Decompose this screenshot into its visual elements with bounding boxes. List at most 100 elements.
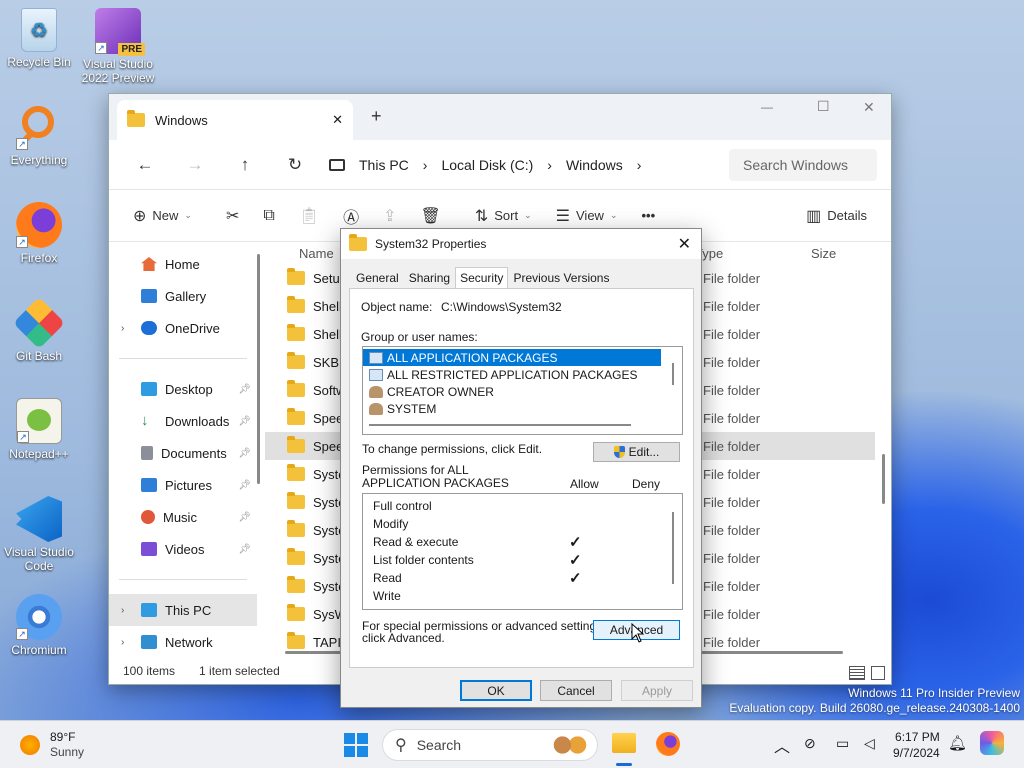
start-button[interactable] [344,733,368,757]
file-list-scrollbar[interactable] [882,454,885,504]
group-names-list[interactable]: ALL APPLICATION PACKAGES ALL RESTRICTED … [362,346,683,435]
list-item-creator-owner[interactable]: CREATOR OWNER [363,383,682,400]
pin-icon[interactable]: 📌︎ [238,480,251,491]
minimize-button[interactable]: — [761,100,773,114]
bell-icon[interactable]: 🔔︎ [948,734,967,752]
permissions-scrollbar[interactable] [672,512,674,584]
pin-icon[interactable]: 📌︎ [238,448,251,459]
tab-sharing[interactable]: Sharing [404,267,455,290]
desktop-icon-label: Git Bash [15,349,63,363]
sidebar-item-network[interactable]: › Network [109,626,257,658]
sidebar-item-videos[interactable]: Videos 📌︎ [109,533,257,565]
tab-previous-versions[interactable]: Previous Versions [508,267,614,290]
permission-row: Read ✓ [363,569,682,587]
details-label: Details [827,208,867,223]
sidebar-item-this-pc[interactable]: › This PC [109,594,257,626]
tab-security[interactable]: Security [455,267,509,290]
sidebar-scrollbar[interactable] [257,254,260,484]
desktop-icon-notepadpp[interactable]: ↗ Notepad++ [1,398,77,461]
new-tab-button[interactable]: + [371,106,382,127]
cancel-button[interactable]: Cancel [540,680,612,701]
firefox-taskbar-icon[interactable] [656,732,680,756]
back-button[interactable]: ← [123,149,167,181]
deny-header: Deny [632,477,661,491]
sidebar-item-documents[interactable]: Documents 📌︎ [109,437,257,469]
file-name-cell: TAPI [287,632,341,650]
cut-button[interactable]: ✂ [216,200,249,232]
volume-icon[interactable]: ◁ [864,735,875,752]
pin-icon[interactable]: 📌︎ [238,384,251,395]
details-button[interactable]: ▥ Details [796,200,877,232]
sidebar-item-onedrive[interactable]: › OneDrive [109,312,257,344]
sidebar-item-pictures[interactable]: Pictures 📌︎ [109,469,257,501]
edit-button[interactable]: Edit... [593,442,680,462]
close-window-button[interactable]: ✕ [863,99,875,116]
details-view-icon[interactable] [849,666,865,680]
taskbar-search[interactable]: ⚲ Search [382,729,598,761]
rename-icon: Ⓐ [343,209,360,227]
pin-icon[interactable]: 📌︎ [238,512,251,523]
forward-button[interactable]: → [173,149,217,181]
tab-general[interactable]: General [351,267,404,290]
breadcrumb-local-disk[interactable]: Local Disk (C:) [441,157,533,173]
chevron-right-icon[interactable]: › [121,323,124,334]
group-list-hscrollbar[interactable] [369,424,631,426]
view-button[interactable]: ☰ View ⌄ [546,200,628,232]
sidebar-item-downloads[interactable]: ↓ Downloads 📌︎ [109,405,257,437]
chevron-right-icon[interactable]: › [121,605,124,616]
chevron-right-icon[interactable]: › [121,637,124,648]
desktop-icon-git-bash[interactable]: Git Bash [1,296,77,363]
up-button[interactable]: ↑ [223,149,267,181]
sidebar-item-gallery[interactable]: Gallery [109,280,257,312]
close-dialog-button[interactable]: ✕ [678,234,691,254]
display-icon[interactable]: ▭ [836,735,849,752]
breadcrumb-windows[interactable]: Windows [566,157,623,173]
clock[interactable]: 6:17 PM 9/7/2024 [893,729,940,761]
list-item-all-restricted-packages[interactable]: ALL RESTRICTED APPLICATION PACKAGES [363,366,682,383]
file-explorer-taskbar-icon[interactable] [612,733,636,753]
file-type: File folder [703,550,761,566]
checkmark-icon: ✓ [569,570,582,587]
weather-widget[interactable]: 89°F Sunny [20,730,84,760]
chevron-up-icon[interactable]: ︿ [774,733,790,757]
permissions-list[interactable]: Full control Modify Read & execute ✓ List… [362,493,683,610]
desktop-icon-firefox[interactable]: ↗ Firefox [1,202,77,265]
search-input[interactable]: Search Windows [729,148,877,181]
chevron-right-icon: › [636,156,642,173]
pin-icon[interactable]: 📌︎ [238,544,251,555]
group-list-vscrollbar[interactable] [672,363,674,385]
close-tab-icon[interactable]: ✕ [332,112,343,128]
copilot-icon[interactable] [980,731,1004,755]
new-button[interactable]: ⊕ New ⌄ [123,200,202,232]
sidebar-item-desktop[interactable]: Desktop 📌︎ [109,373,257,405]
apply-button[interactable]: Apply [621,680,693,701]
paste-button[interactable]: 📋︎ [289,200,329,232]
more-options-button[interactable]: ••• [632,200,666,232]
breadcrumb-this-pc[interactable]: This PC [359,157,409,173]
share-button[interactable]: ⇪ [373,200,406,232]
column-name[interactable]: Name [299,246,334,261]
network-status-icon[interactable]: ⊘ [804,735,816,752]
copy-button[interactable]: ⧉ [253,200,284,232]
desktop-icon-recycle-bin[interactable]: ♻ Recycle Bin [1,8,77,69]
rename-button[interactable]: Ⓐ [333,200,369,232]
sort-button[interactable]: ⇅ Sort ⌄ [465,200,542,232]
refresh-button[interactable]: ↻ [273,149,317,181]
sidebar-item-music[interactable]: Music 📌︎ [109,501,257,533]
breadcrumb[interactable]: This PC › Local Disk (C:) › Windows › [323,149,723,181]
ok-button[interactable]: OK [460,680,532,701]
sidebar-item-home[interactable]: Home [109,248,257,280]
desktop-icon-chromium[interactable]: ↗ Chromium [1,594,77,657]
list-item-all-app-packages[interactable]: ALL APPLICATION PACKAGES [363,349,661,366]
delete-button[interactable]: 🗑︎ [411,200,451,232]
desktop-icon-label: Firefox [20,251,58,265]
desktop-icon-vscode[interactable]: Visual Studio Code [1,496,77,573]
column-size[interactable]: Size [811,246,836,261]
list-item-system[interactable]: SYSTEM [363,400,682,417]
maximize-button[interactable]: ☐ [817,98,830,115]
tab-windows[interactable]: Windows ✕ [117,100,353,140]
tiles-view-icon[interactable] [871,666,885,680]
pin-icon[interactable]: 📌︎ [238,416,251,427]
desktop-icon-everything[interactable]: ↗ Everything [1,104,77,167]
desktop-icon-visual-studio-preview[interactable]: PRE ↗ Visual Studio 2022 Preview [80,8,156,85]
